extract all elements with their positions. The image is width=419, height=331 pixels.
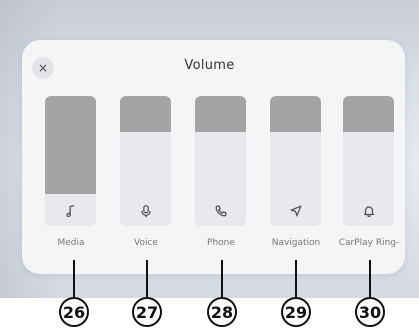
media-volume-slider[interactable] <box>45 96 96 226</box>
dialog-title: Volume <box>184 58 235 73</box>
callout-line-28 <box>221 260 223 300</box>
phone-label: Phone <box>207 238 235 248</box>
microphone-icon <box>120 202 171 220</box>
navigation-arrow-icon <box>270 202 321 220</box>
voice-volume-slider[interactable] <box>120 96 171 226</box>
phone-icon <box>195 202 246 220</box>
navigation-label: Navigation <box>271 238 321 248</box>
callout-number-28: 28 <box>207 297 237 327</box>
callout-line-30 <box>369 260 371 300</box>
media-volume-fill <box>45 96 96 194</box>
callout-line-27 <box>146 260 148 300</box>
callout-number-29: 29 <box>281 297 311 327</box>
callout-number-27: 27 <box>132 297 162 327</box>
carplay-ring-volume-slider[interactable] <box>343 96 394 226</box>
callout-number-26: 26 <box>59 297 89 327</box>
voice-volume-fill <box>120 96 171 133</box>
carplay-ring-volume-fill <box>343 96 394 133</box>
callout-line-26 <box>73 260 75 300</box>
voice-label: Voice <box>134 238 158 248</box>
music-note-icon <box>45 202 96 220</box>
navigation-volume-slider[interactable] <box>270 96 321 226</box>
callout-line-29 <box>295 260 297 300</box>
bell-icon <box>343 202 394 220</box>
navigation-volume-fill <box>270 96 321 133</box>
carplay-ring-label: CarPlay Ring- <box>338 238 400 248</box>
phone-volume-slider[interactable] <box>195 96 246 226</box>
media-label: Media <box>57 238 85 248</box>
phone-volume-fill <box>195 96 246 133</box>
callout-number-30: 30 <box>355 297 385 327</box>
